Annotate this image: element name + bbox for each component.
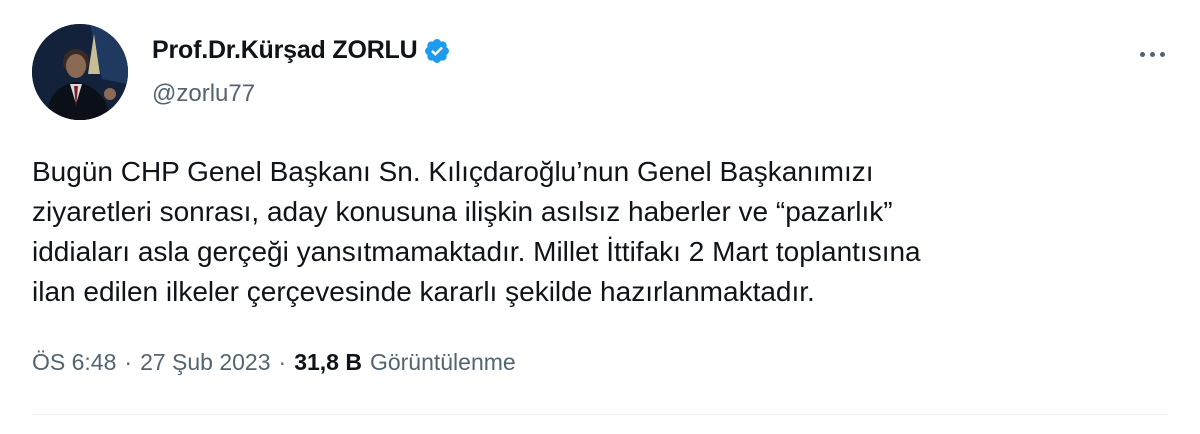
- meta-separator: ·: [278, 349, 287, 375]
- more-options-button[interactable]: [1134, 44, 1170, 64]
- tweet-date[interactable]: 27 Şub 2023: [140, 349, 270, 376]
- views-count[interactable]: 31,8 B: [294, 349, 362, 376]
- more-options-icon-dot: [1159, 51, 1165, 57]
- avatar[interactable]: [32, 24, 128, 120]
- more-options-icon: [1139, 51, 1145, 57]
- author-display-name[interactable]: Prof.Dr.Kürşad ZORLU: [152, 36, 418, 65]
- avatar-image: [32, 24, 128, 120]
- tweet-time[interactable]: ÖS 6:48: [32, 349, 116, 376]
- tweet-meta: ÖS 6:48 · 27 Şub 2023 · 31,8 B Görüntüle…: [32, 349, 516, 376]
- more-options-icon-dot: [1149, 51, 1155, 57]
- verified-badge-icon: [423, 37, 451, 65]
- tweet-text: Bugün CHP Genel Başkanı Sn. Kılıçdaroğlu…: [32, 156, 921, 307]
- author-name-row: Prof.Dr.Kürşad ZORLU: [152, 36, 451, 65]
- views-label: Görüntülenme: [369, 349, 516, 375]
- author-handle[interactable]: @zorlu77: [152, 80, 255, 108]
- tweet-card: Prof.Dr.Kürşad ZORLU @zorlu77 Bugün CHP …: [0, 0, 1200, 434]
- meta-separator: ·: [124, 349, 133, 375]
- divider: [32, 414, 1168, 415]
